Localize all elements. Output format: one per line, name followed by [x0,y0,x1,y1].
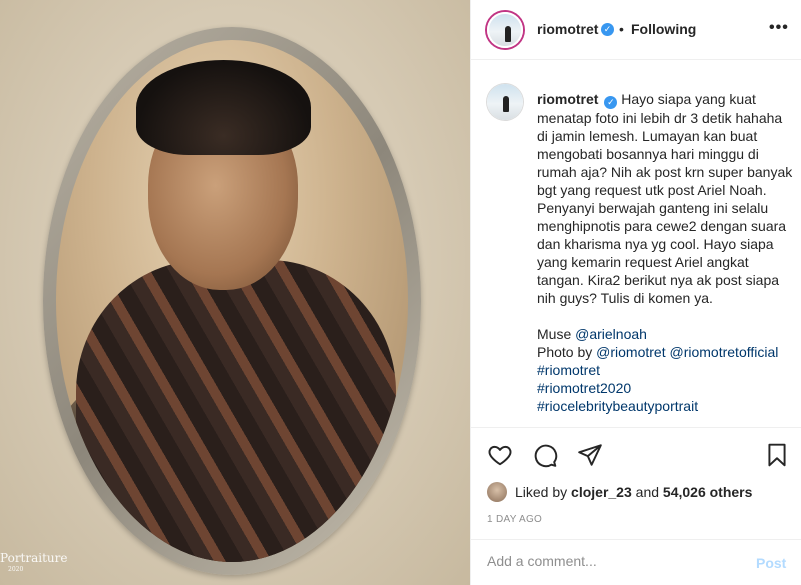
liker-username[interactable]: clojer_23 [571,484,632,500]
post-header: riomotret ✓ • Following ••• [471,0,801,60]
following-button[interactable]: Following [631,21,696,37]
header-username[interactable]: riomotret [537,21,598,37]
post-photo[interactable]: Portraiture 2020 [0,0,470,585]
post-timestamp[interactable]: 1 DAY AGO [487,514,542,525]
author-avatar[interactable] [487,12,523,48]
photo-by-link-official[interactable]: @riomotretofficial [670,344,779,360]
watermark-title: Portraiture [0,551,68,565]
caption-body: Hayo siapa yang kuat menatap foto ini le… [537,91,793,306]
photo-by-link-riomotret[interactable]: @riomotret [596,344,665,360]
hashtag-link[interactable]: #riomotret2020 [537,380,631,396]
muse-label: Muse [537,326,572,342]
likes-count[interactable]: 54,026 others [663,484,753,500]
post-comment-button[interactable]: Post [756,555,786,571]
caption-avatar[interactable] [487,84,523,120]
comment-icon[interactable] [532,442,558,468]
likes-conjunction: and [635,484,660,500]
hashtag-link[interactable]: #riocelebritybeautyportrait [537,398,698,414]
portrait-hair [136,60,311,155]
verified-badge-icon: ✓ [604,96,618,109]
caption-area: riomotret ✓ Hayo siapa yang kuat menatap… [471,60,801,427]
bookmark-icon[interactable] [764,442,790,468]
likes-prefix: Liked by [515,484,568,500]
action-bar [471,427,801,482]
photo-watermark: Portraiture 2020 [0,552,68,576]
hashtag-link[interactable]: #riomotret [537,362,600,378]
share-icon[interactable] [577,442,603,468]
comment-bar: Post [471,539,801,585]
portrait-image [56,40,408,562]
likes-summary: Liked by clojer_23 and 54,026 others [487,482,752,502]
watermark-year: 2020 [8,566,24,573]
portrait-scarf [76,260,396,562]
comment-input[interactable] [487,553,737,569]
liker-avatar[interactable] [487,482,507,502]
header-separator: • [619,21,624,37]
heart-icon[interactable] [487,442,513,468]
more-options-icon[interactable]: ••• [769,19,789,37]
muse-link[interactable]: @arielnoah [575,326,647,342]
caption-username[interactable]: riomotret [537,91,598,107]
post-details-panel: riomotret ✓ • Following ••• riomotret ✓ … [470,0,801,585]
caption-text: riomotret ✓ Hayo siapa yang kuat menatap… [537,90,795,415]
photo-by-label: Photo by [537,344,593,360]
verified-badge-icon: ✓ [601,23,614,36]
